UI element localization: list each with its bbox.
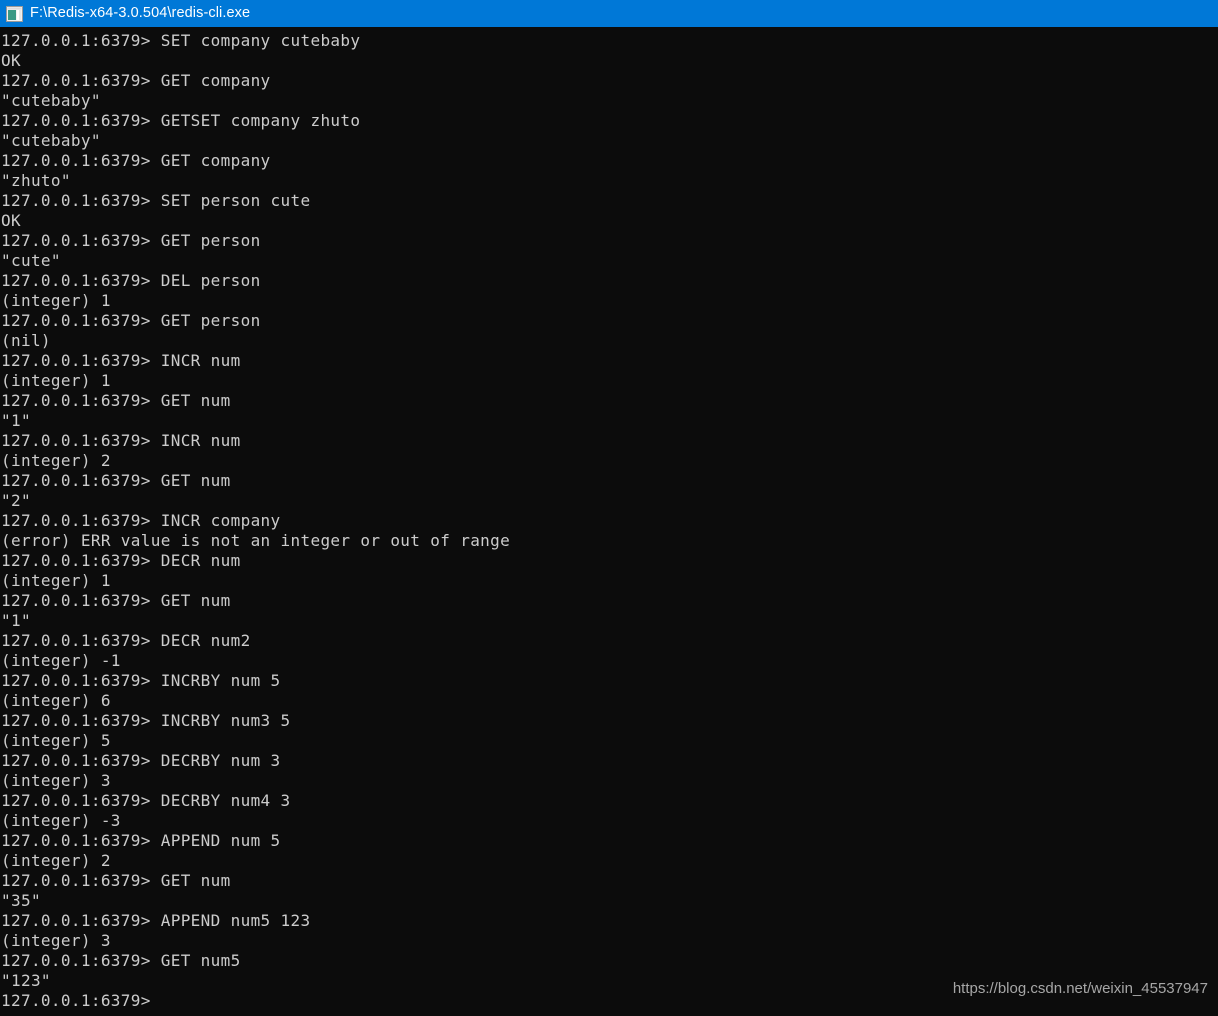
terminal-line: 127.0.0.1:6379> DECRBY num4 3 xyxy=(1,791,291,810)
terminal-lines: 127.0.0.1:6379> SET company cutebaby OK 12… xyxy=(1,31,1218,1011)
watermark-text: https://blog.csdn.net/weixin_45537947 xyxy=(952,980,1208,997)
terminal-line: (integer) -3 xyxy=(1,811,121,830)
terminal-line: 127.0.0.1:6379> APPEND num5 123 xyxy=(1,911,311,930)
terminal-line: 127.0.0.1:6379> INCRBY num 5 xyxy=(1,671,281,690)
terminal-line: 127.0.0.1:6379> INCRBY num3 5 xyxy=(1,711,291,730)
terminal-line: "1" xyxy=(1,411,31,430)
terminal-line: "cutebaby" xyxy=(1,131,101,150)
terminal-line: OK xyxy=(1,51,21,70)
terminal-line: 127.0.0.1:6379> GET num xyxy=(1,471,231,490)
terminal-line: 127.0.0.1:6379> INCR num xyxy=(1,351,241,370)
terminal-line: 127.0.0.1:6379> DECR num xyxy=(1,551,241,570)
terminal-line: 127.0.0.1:6379> GET num xyxy=(1,591,231,610)
terminal-line: "1" xyxy=(1,611,31,630)
terminal-line: (integer) 1 xyxy=(1,371,111,390)
terminal-line: (integer) -1 xyxy=(1,651,121,670)
terminal-line: "35" xyxy=(1,891,41,910)
console-window-icon xyxy=(6,5,23,22)
terminal-line: 127.0.0.1:6379> DEL person xyxy=(1,271,261,290)
title-bar[interactable]: F:\Redis-x64-3.0.504\redis-cli.exe xyxy=(0,0,1218,27)
terminal-line: (integer) 5 xyxy=(1,731,111,750)
terminal-line: (integer) 2 xyxy=(1,451,111,470)
terminal-line: 127.0.0.1:6379> GETSET company zhuto xyxy=(1,111,361,130)
terminal-line: 127.0.0.1:6379> GET person xyxy=(1,311,261,330)
console-window: F:\Redis-x64-3.0.504\redis-cli.exe 127.0… xyxy=(0,0,1218,1016)
terminal-line: "cute" xyxy=(1,251,61,270)
terminal-line: 127.0.0.1:6379> INCR num xyxy=(1,431,241,450)
terminal-line: "cutebaby" xyxy=(1,91,101,110)
window-title: F:\Redis-x64-3.0.504\redis-cli.exe xyxy=(30,5,251,21)
terminal-line: 127.0.0.1:6379> DECR num2 xyxy=(1,631,251,650)
terminal-line: 127.0.0.1:6379> GET num xyxy=(1,871,231,890)
terminal-line: 127.0.0.1:6379> SET company cutebaby xyxy=(1,31,361,50)
terminal-line: 127.0.0.1:6379> GET num xyxy=(1,391,231,410)
terminal-line: 127.0.0.1:6379> GET person xyxy=(1,231,261,250)
terminal-line: 127.0.0.1:6379> GET company xyxy=(1,151,271,170)
terminal-line: 127.0.0.1:6379> GET num5 xyxy=(1,951,241,970)
terminal-line: (integer) 1 xyxy=(1,291,111,310)
terminal-line: 127.0.0.1:6379> GET company xyxy=(1,71,271,90)
terminal-line: 127.0.0.1:6379> APPEND num 5 xyxy=(1,831,281,850)
terminal-line: (nil) xyxy=(1,331,51,350)
terminal-line: (integer) 3 xyxy=(1,931,111,950)
terminal-line: 127.0.0.1:6379> INCR company xyxy=(1,511,281,530)
terminal-output-area[interactable]: 127.0.0.1:6379> SET company cutebaby OK 12… xyxy=(0,27,1218,1016)
terminal-line: (integer) 2 xyxy=(1,851,111,870)
terminal-line: "2" xyxy=(1,491,31,510)
terminal-line: "zhuto" xyxy=(1,171,71,190)
terminal-line: 127.0.0.1:6379> SET person cute xyxy=(1,191,311,210)
terminal-line: (integer) 3 xyxy=(1,771,111,790)
terminal-line: OK xyxy=(1,211,21,230)
terminal-line: (error) ERR value is not an integer or o… xyxy=(1,531,511,550)
terminal-line: 127.0.0.1:6379> DECRBY num 3 xyxy=(1,751,281,770)
terminal-line: (integer) 1 xyxy=(1,571,111,590)
terminal-line: (integer) 6 xyxy=(1,691,111,710)
